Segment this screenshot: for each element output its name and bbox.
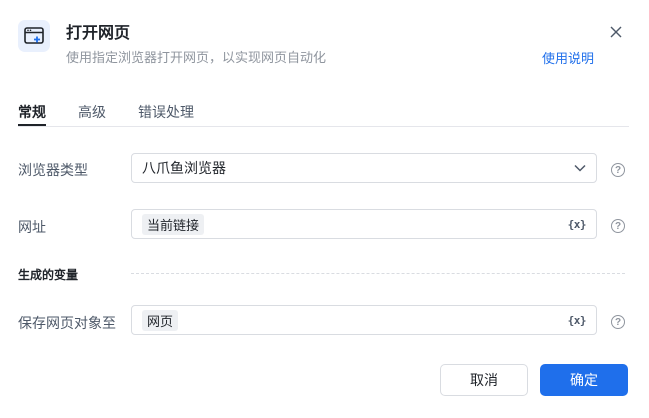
save-object-variable-chip: 网页 [142,309,179,331]
dialog-subtitle: 使用指定浏览器打开网页，以实现网页自动化 [66,50,327,65]
browser-type-label: 浏览器类型 [18,162,88,178]
url-field[interactable]: 当前链接 {x} [131,209,597,239]
variable-insert-icon[interactable]: {x} [568,314,587,327]
browser-type-help-icon[interactable]: ? [611,163,625,177]
tab-bar: 常规 高级 错误处理 [18,102,226,122]
cancel-button[interactable]: 取消 [440,364,528,396]
tab-general[interactable]: 常规 [18,102,46,122]
url-variable-chip: 当前链接 [142,213,205,235]
variable-insert-icon[interactable]: {x} [568,218,587,231]
chevron-down-icon [574,164,586,172]
save-object-label: 保存网页对象至 [18,315,116,331]
tab-error-handling[interactable]: 错误处理 [138,102,194,122]
section-divider [131,273,625,274]
browser-type-select[interactable]: 八爪鱼浏览器 [131,153,597,183]
close-button[interactable] [607,23,625,41]
close-icon [610,26,622,38]
url-help-icon[interactable]: ? [611,219,625,233]
browser-window-icon [18,20,50,52]
help-link[interactable]: 使用说明 [542,48,594,67]
save-object-field[interactable]: 网页 {x} [131,305,597,335]
dialog-title: 打开网页 [66,25,131,42]
generated-variables-title: 生成的变量 [18,268,79,282]
ok-button[interactable]: 确定 [540,364,628,396]
tabs-divider [18,126,629,127]
url-label: 网址 [18,219,46,235]
tab-advanced[interactable]: 高级 [78,102,106,122]
browser-type-value: 八爪鱼浏览器 [142,160,226,176]
save-object-help-icon[interactable]: ? [611,315,625,329]
